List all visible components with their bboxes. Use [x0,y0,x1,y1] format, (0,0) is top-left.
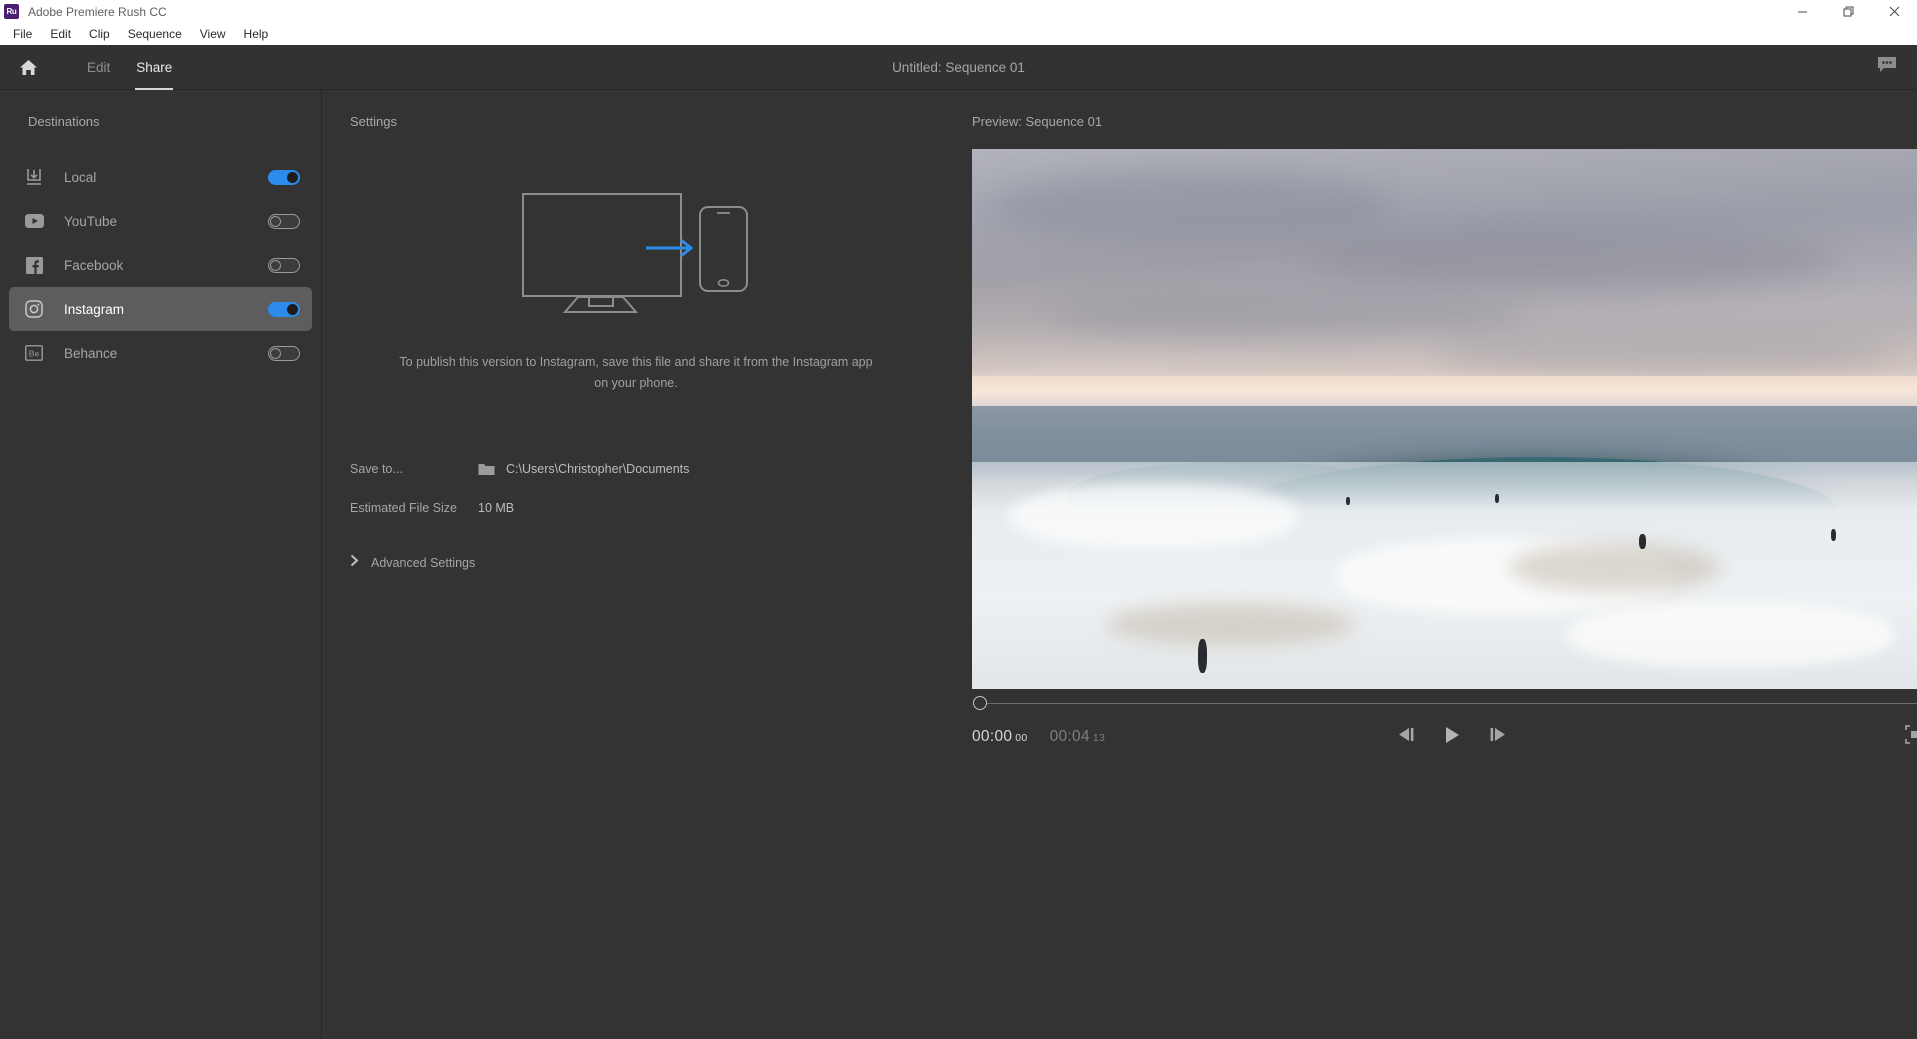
app-logo-icon: Ru [4,4,19,19]
toggle-behance[interactable] [268,345,300,361]
window-title-bar: Ru Adobe Premiere Rush CC [0,0,1917,23]
settings-panel: Settings To publish this version to Inst… [322,90,950,1039]
scrubber[interactable] [972,690,1917,716]
menu-clip[interactable]: Clip [80,24,119,44]
sidebar-item-label: YouTube [64,213,118,229]
advanced-settings-toggle[interactable]: Advanced Settings [322,554,950,572]
sidebar-item-label: Facebook [64,257,124,273]
sidebar-item-youtube[interactable]: YouTube [9,199,312,243]
surfer [1197,638,1207,673]
main-content: Destinations Local YouTube Facebook Inst… [0,90,1917,1039]
total-frames-value: 13 [1092,732,1106,744]
horizon-glow [972,375,1917,409]
toggle-facebook[interactable] [268,257,300,273]
tab-edit[interactable]: Edit [74,45,123,90]
total-time-value: 00:04 [1049,728,1090,745]
folder-icon [478,462,495,476]
settings-panel-label: Settings [350,114,397,129]
sidebar-item-label: Instagram [64,301,125,317]
menu-sequence[interactable]: Sequence [119,24,191,44]
surfer [1639,533,1647,549]
destinations-list: Local YouTube Facebook Instagram Be Beha… [0,155,321,375]
toggle-local[interactable] [268,169,300,185]
comment-icon[interactable] [1877,56,1897,78]
preview-panel: Preview: Sequence 01 00:00 00 00:04 13 [950,90,1917,1039]
mode-tabs: Edit Share [74,45,185,90]
foam-texture [1010,483,1299,549]
menu-help[interactable]: Help [235,24,278,44]
save-to-row[interactable]: Save to... C:\Users\Christopher\Document… [322,456,950,482]
window-controls [1779,0,1917,23]
current-frames-value: 00 [1015,732,1028,744]
surfer [1495,493,1500,503]
restore-button[interactable] [1825,0,1871,23]
step-forward-icon[interactable] [1488,727,1508,747]
save-to-label: Save to... [350,462,403,476]
destinations-panel-label: Destinations [28,114,100,129]
sidebar-item-local[interactable]: Local [9,155,312,199]
sidebar-item-behance[interactable]: Be Behance [9,331,312,375]
current-time-value: 00:00 [972,728,1013,745]
surfer [1831,528,1837,541]
publish-note: To publish this version to Instagram, sa… [399,355,873,390]
fit-to-frame-icon[interactable] [1905,725,1917,749]
menu-view[interactable]: View [191,24,235,44]
cloud [1048,289,1529,344]
menu-edit[interactable]: Edit [41,24,80,44]
file-size-value: 10 MB [478,501,515,515]
file-size-row: Estimated File Size 10 MB [322,495,950,521]
foam-texture [1567,602,1894,668]
tab-share[interactable]: Share [123,45,185,90]
app-header-bar: Edit Share Untitled: Sequence 01 [0,45,1917,90]
cloud [1308,224,1836,290]
chevron-right-icon [350,554,359,572]
home-icon[interactable] [12,59,44,76]
menu-bar: File Edit Clip Sequence View Help [0,23,1917,45]
save-to-path: C:\Users\Christopher\Documents [506,462,690,476]
window-title: Adobe Premiere Rush CC [28,4,167,19]
file-size-label: Estimated File Size [350,501,457,515]
preview-panel-label: Preview: Sequence 01 [972,114,1103,129]
sequence-title: Untitled: Sequence 01 [892,59,1025,75]
download-tray-icon [21,168,47,186]
sidebar-item-facebook[interactable]: Facebook [9,243,312,287]
menu-file[interactable]: File [4,24,41,44]
player-controls: 00:00 00 00:04 13 [972,716,1917,758]
close-button[interactable] [1871,0,1917,23]
minimize-button[interactable] [1779,0,1825,23]
advanced-settings-label: Advanced Settings [371,556,476,570]
sidebar-item-label: Behance [64,345,118,361]
cloud [1432,327,1894,376]
youtube-icon [21,214,47,228]
sidebar-item-label: Local [64,169,97,185]
facebook-icon [21,256,47,274]
sidebar-item-instagram[interactable]: Instagram [9,287,312,331]
cloud [991,170,1395,247]
monitor-to-phone-icon [322,187,950,313]
total-timecode: 00:04 13 [1050,728,1106,746]
toggle-youtube[interactable] [268,213,300,229]
destinations-sidebar: Destinations Local YouTube Facebook Inst… [0,90,322,1039]
playhead[interactable] [973,696,987,710]
instagram-icon [21,300,47,318]
toggle-instagram[interactable] [268,301,300,317]
current-timecode: 00:00 00 [972,728,1028,746]
behance-icon: Be [21,345,47,361]
step-back-icon[interactable] [1396,727,1416,747]
sand-patch [1106,602,1356,646]
transport-controls [1396,726,1508,749]
sand-patch [1509,543,1721,592]
scrubber-track[interactable] [981,702,1917,704]
video-preview[interactable] [972,149,1917,689]
play-icon[interactable] [1444,726,1460,749]
svg-text:Be: Be [29,348,40,358]
